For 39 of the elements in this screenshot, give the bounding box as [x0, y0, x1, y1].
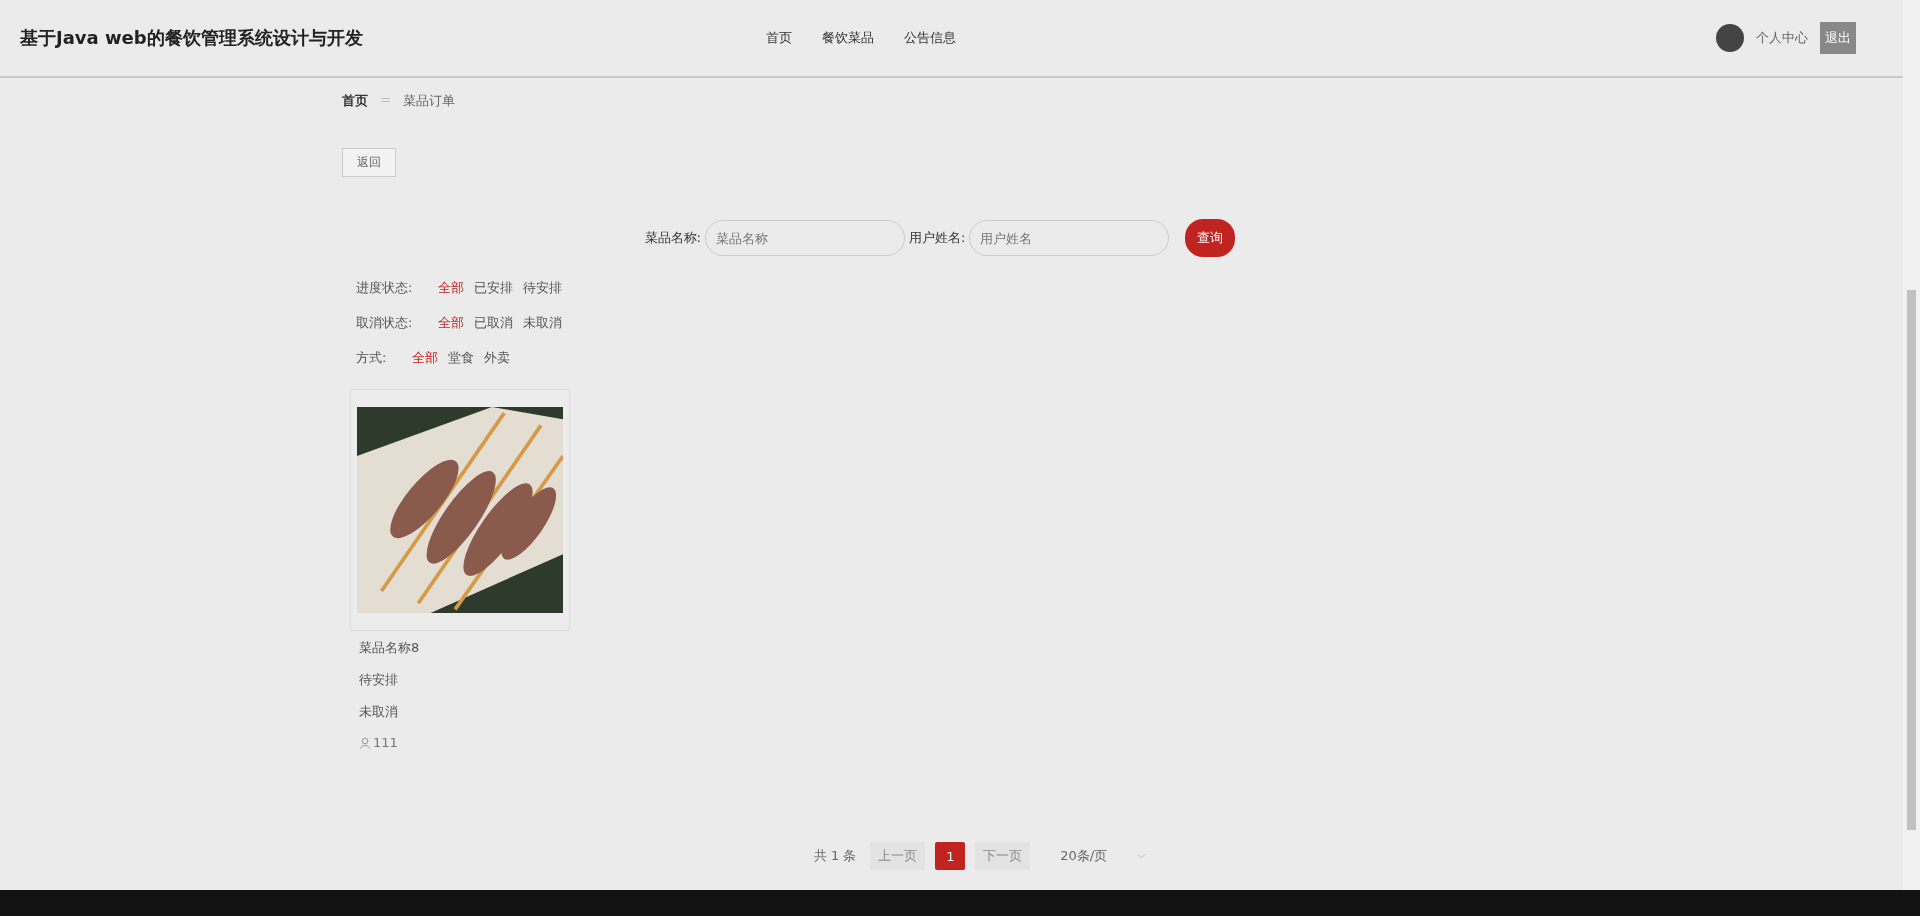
- page-number-button[interactable]: 1: [935, 842, 966, 870]
- search-field[interactable]: 菜品名称: [705, 220, 905, 256]
- caret-icon: [1137, 853, 1147, 859]
- nav-link[interactable]: 公告信息: [904, 29, 956, 47]
- user-name: 111: [373, 735, 398, 750]
- user-icon: [359, 736, 371, 749]
- cancel-status: 未取消: [358, 703, 399, 721]
- filter-label: 方式:: [356, 349, 387, 367]
- breadcrumb-current: 菜品订单: [402, 92, 455, 110]
- back-button[interactable]: 返回: [342, 148, 396, 177]
- nav-link[interactable]: 餐饮菜品: [822, 29, 874, 47]
- total-count: 共 1 条: [813, 847, 857, 865]
- search-field[interactable]: 用户姓名: [969, 220, 1170, 256]
- filter-option[interactable]: 已安排: [474, 279, 514, 297]
- breadcrumb-home-link[interactable]: 首页: [342, 92, 368, 110]
- filter-option[interactable]: 全部: [438, 314, 465, 332]
- page-size-select[interactable]: 20条/页: [1060, 847, 1147, 865]
- dish-name: 菜品名称8: [358, 639, 421, 657]
- search-label: 菜品名称:: [644, 229, 701, 247]
- nav-link[interactable]: 首页: [766, 29, 792, 47]
- logout-button[interactable]: 退出: [1820, 22, 1856, 54]
- filter-option[interactable]: 未取消: [523, 314, 563, 332]
- scrollbar[interactable]: [1903, 0, 1920, 890]
- site-title: 基于Java web的餐饮管理系统设计与开发: [20, 26, 364, 50]
- avatar-icon[interactable]: [1716, 24, 1744, 52]
- filter-option[interactable]: 全部: [412, 349, 439, 367]
- progress-status: 待安排: [358, 671, 399, 689]
- profile-link[interactable]: 个人中心: [1756, 29, 1808, 47]
- search-button[interactable]: 查询: [1185, 219, 1236, 257]
- filter-label: 取消状态:: [356, 314, 413, 332]
- filter-option[interactable]: 堂食: [448, 349, 475, 367]
- search-label: 用户姓名:: [909, 229, 966, 247]
- breadcrumb-separator: =: [380, 92, 391, 109]
- filter-option[interactable]: 已取消: [474, 314, 514, 332]
- photo-frame[interactable]: [350, 389, 570, 631]
- filter-option[interactable]: 待安排: [523, 279, 563, 297]
- filter-option[interactable]: 外卖: [484, 349, 511, 367]
- filter-option[interactable]: 全部: [438, 279, 465, 297]
- filter-label: 进度状态:: [356, 279, 413, 297]
